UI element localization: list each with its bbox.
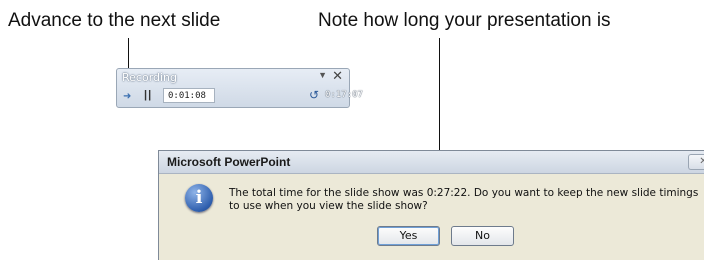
dialog-titlebar: Microsoft PowerPoint ✕: [159, 151, 704, 174]
recording-toolbar: Recording ▼ ✕ ➜ || 0:01:08 ↺ 0:17:07: [116, 68, 363, 108]
close-icon[interactable]: ✕: [688, 154, 704, 170]
callout-advance-next-slide: Advance to the next slide: [8, 10, 221, 31]
close-icon[interactable]: ✕: [332, 68, 343, 84]
repeat-icon[interactable]: ↺: [309, 88, 319, 102]
callout-presentation-length: Note how long your presentation is: [318, 10, 611, 31]
pause-icon[interactable]: ||: [144, 89, 152, 101]
pin-icon[interactable]: ▼: [318, 70, 327, 80]
no-button[interactable]: No: [451, 226, 514, 246]
info-icon: i: [185, 184, 213, 212]
total-time-readout: 0:17:07: [325, 90, 363, 100]
slide-time-field[interactable]: 0:01:08: [163, 88, 215, 103]
powerpoint-message-dialog: Microsoft PowerPoint ✕ i The total time …: [158, 150, 704, 260]
yes-button[interactable]: Yes: [377, 226, 440, 246]
dialog-message: The total time for the slide show was 0:…: [229, 187, 699, 212]
recording-toolbar-title: Recording: [122, 71, 178, 84]
dialog-title: Microsoft PowerPoint: [167, 155, 291, 169]
next-arrow-icon[interactable]: ➜: [123, 91, 131, 102]
